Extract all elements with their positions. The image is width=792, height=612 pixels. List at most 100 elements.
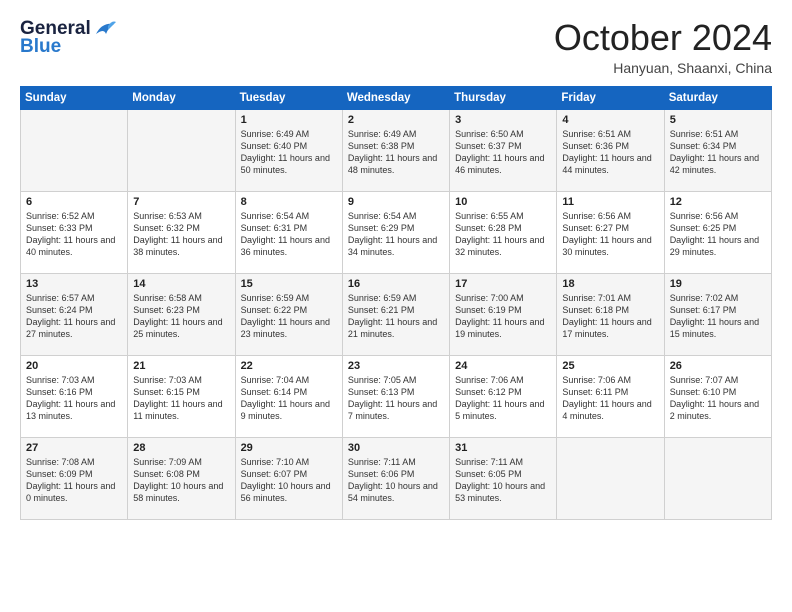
cell-content: Sunrise: 6:50 AMSunset: 6:37 PMDaylight:… — [455, 128, 551, 177]
calendar-cell: 11 Sunrise: 6:56 AMSunset: 6:27 PMDayligh… — [557, 191, 664, 273]
calendar-cell: 7 Sunrise: 6:53 AMSunset: 6:32 PMDaylight… — [128, 191, 235, 273]
calendar-cell: 5 Sunrise: 6:51 AMSunset: 6:34 PMDaylight… — [664, 109, 771, 191]
day-number: 16 — [348, 278, 444, 290]
logo-blue: Blue — [20, 36, 61, 58]
calendar-cell: 29 Sunrise: 7:10 AMSunset: 6:07 PMDayligh… — [235, 437, 342, 519]
calendar-cell: 15 Sunrise: 6:59 AMSunset: 6:22 PMDayligh… — [235, 273, 342, 355]
day-number: 2 — [348, 114, 444, 126]
cell-content: Sunrise: 7:06 AMSunset: 6:11 PMDaylight:… — [562, 374, 658, 423]
calendar-table: SundayMondayTuesdayWednesdayThursdayFrid… — [20, 86, 772, 520]
page: General Blue October 2024 Hanyuan, Shaan… — [0, 0, 792, 612]
calendar-cell: 19 Sunrise: 7:02 AMSunset: 6:17 PMDayligh… — [664, 273, 771, 355]
day-number: 23 — [348, 360, 444, 372]
calendar-cell: 28Sunrise: 7:09 AMSunset: 6:08 PMDayligh… — [128, 437, 235, 519]
cell-content: Sunrise: 6:52 AMSunset: 6:33 PMDaylight:… — [26, 210, 122, 259]
day-number: 15 — [241, 278, 337, 290]
day-number: 18 — [562, 278, 658, 290]
day-number: 4 — [562, 114, 658, 126]
calendar-cell: 26Sunrise: 7:07 AMSunset: 6:10 PMDayligh… — [664, 355, 771, 437]
calendar-cell: 24 Sunrise: 7:06 AMSunset: 6:12 PMDayligh… — [450, 355, 557, 437]
day-number: 21 — [133, 360, 229, 372]
cell-content: Sunrise: 6:51 AMSunset: 6:36 PMDaylight:… — [562, 128, 658, 177]
cell-content: Sunrise: 7:02 AMSunset: 6:17 PMDaylight:… — [670, 292, 766, 341]
calendar-cell — [128, 109, 235, 191]
day-number: 7 — [133, 196, 229, 208]
day-number: 31 — [455, 442, 551, 454]
day-number: 6 — [26, 196, 122, 208]
cell-content: Sunrise: 7:11 AMSunset: 6:05 PMDaylight:… — [455, 456, 551, 505]
cell-content: Sunrise: 6:59 AMSunset: 6:22 PMDaylight:… — [241, 292, 337, 341]
month-title: October 2024 — [554, 18, 772, 58]
cell-content: Sunrise: 6:51 AMSunset: 6:34 PMDaylight:… — [670, 128, 766, 177]
weekday-header-row: SundayMondayTuesdayWednesdayThursdayFrid… — [21, 86, 772, 109]
day-number: 11 — [562, 196, 658, 208]
logo-bird-icon — [94, 20, 116, 38]
cell-content: Sunrise: 6:56 AMSunset: 6:25 PMDaylight:… — [670, 210, 766, 259]
weekday-header-thursday: Thursday — [450, 86, 557, 109]
day-number: 27 — [26, 442, 122, 454]
day-number: 5 — [670, 114, 766, 126]
day-number: 1 — [241, 114, 337, 126]
day-number: 9 — [348, 196, 444, 208]
location: Hanyuan, Shaanxi, China — [554, 60, 772, 76]
calendar-cell: 16 Sunrise: 6:59 AMSunset: 6:21 PMDayligh… — [342, 273, 449, 355]
cell-content: Sunrise: 6:54 AMSunset: 6:31 PMDaylight:… — [241, 210, 337, 259]
weekday-header-saturday: Saturday — [664, 86, 771, 109]
cell-content: Sunrise: 7:11 AMSunset: 6:06 PMDaylight:… — [348, 456, 444, 505]
day-number: 22 — [241, 360, 337, 372]
calendar-cell: 25 Sunrise: 7:06 AMSunset: 6:11 PMDayligh… — [557, 355, 664, 437]
calendar-cell: 27 Sunrise: 7:08 AMSunset: 6:09 PMDayligh… — [21, 437, 128, 519]
weekday-header-monday: Monday — [128, 86, 235, 109]
week-row-4: 20Sunrise: 7:03 AMSunset: 6:16 PMDayligh… — [21, 355, 772, 437]
calendar-cell — [664, 437, 771, 519]
calendar-cell: 30 Sunrise: 7:11 AMSunset: 6:06 PMDayligh… — [342, 437, 449, 519]
weekday-header-wednesday: Wednesday — [342, 86, 449, 109]
calendar-cell: 1 Sunrise: 6:49 AMSunset: 6:40 PMDaylight… — [235, 109, 342, 191]
header: General Blue October 2024 Hanyuan, Shaan… — [20, 18, 772, 76]
calendar-cell: 21Sunrise: 7:03 AMSunset: 6:15 PMDayligh… — [128, 355, 235, 437]
day-number: 25 — [562, 360, 658, 372]
cell-content: Sunrise: 6:53 AMSunset: 6:32 PMDaylight:… — [133, 210, 229, 259]
cell-content: Sunrise: 6:59 AMSunset: 6:21 PMDaylight:… — [348, 292, 444, 341]
day-number: 12 — [670, 196, 766, 208]
calendar-cell: 8 Sunrise: 6:54 AMSunset: 6:31 PMDaylight… — [235, 191, 342, 273]
calendar-cell: 31 Sunrise: 7:11 AMSunset: 6:05 PMDayligh… — [450, 437, 557, 519]
cell-content: Sunrise: 6:58 AMSunset: 6:23 PMDaylight:… — [133, 292, 229, 341]
day-number: 26 — [670, 360, 766, 372]
calendar-cell: 9Sunrise: 6:54 AMSunset: 6:29 PMDaylight… — [342, 191, 449, 273]
day-number: 24 — [455, 360, 551, 372]
cell-content: Sunrise: 7:01 AMSunset: 6:18 PMDaylight:… — [562, 292, 658, 341]
weekday-header-friday: Friday — [557, 86, 664, 109]
cell-content: Sunrise: 6:49 AMSunset: 6:40 PMDaylight:… — [241, 128, 337, 177]
cell-content: Sunrise: 7:06 AMSunset: 6:12 PMDaylight:… — [455, 374, 551, 423]
day-number: 19 — [670, 278, 766, 290]
day-number: 29 — [241, 442, 337, 454]
day-number: 13 — [26, 278, 122, 290]
calendar-cell: 20Sunrise: 7:03 AMSunset: 6:16 PMDayligh… — [21, 355, 128, 437]
calendar-cell: 3Sunrise: 6:50 AMSunset: 6:37 PMDaylight… — [450, 109, 557, 191]
cell-content: Sunrise: 7:09 AMSunset: 6:08 PMDaylight:… — [133, 456, 229, 505]
calendar-cell: 18 Sunrise: 7:01 AMSunset: 6:18 PMDayligh… — [557, 273, 664, 355]
day-number: 30 — [348, 442, 444, 454]
calendar-cell: 6 Sunrise: 6:52 AMSunset: 6:33 PMDaylight… — [21, 191, 128, 273]
cell-content: Sunrise: 6:57 AMSunset: 6:24 PMDaylight:… — [26, 292, 122, 341]
day-number: 17 — [455, 278, 551, 290]
day-number: 8 — [241, 196, 337, 208]
calendar-cell: 2 Sunrise: 6:49 AMSunset: 6:38 PMDaylight… — [342, 109, 449, 191]
week-row-5: 27 Sunrise: 7:08 AMSunset: 6:09 PMDayligh… — [21, 437, 772, 519]
cell-content: Sunrise: 6:56 AMSunset: 6:27 PMDaylight:… — [562, 210, 658, 259]
week-row-2: 6 Sunrise: 6:52 AMSunset: 6:33 PMDaylight… — [21, 191, 772, 273]
cell-content: Sunrise: 7:10 AMSunset: 6:07 PMDaylight:… — [241, 456, 337, 505]
calendar-cell — [557, 437, 664, 519]
calendar-cell: 17 Sunrise: 7:00 AMSunset: 6:19 PMDayligh… — [450, 273, 557, 355]
calendar-cell: 10Sunrise: 6:55 AMSunset: 6:28 PMDayligh… — [450, 191, 557, 273]
month-title-area: October 2024 Hanyuan, Shaanxi, China — [554, 18, 772, 76]
calendar-cell: 13 Sunrise: 6:57 AMSunset: 6:24 PMDayligh… — [21, 273, 128, 355]
cell-content: Sunrise: 7:00 AMSunset: 6:19 PMDaylight:… — [455, 292, 551, 341]
day-number: 14 — [133, 278, 229, 290]
day-number: 10 — [455, 196, 551, 208]
cell-content: Sunrise: 7:08 AMSunset: 6:09 PMDaylight:… — [26, 456, 122, 505]
cell-content: Sunrise: 7:03 AMSunset: 6:16 PMDaylight:… — [26, 374, 122, 423]
logo: General Blue — [20, 18, 116, 58]
cell-content: Sunrise: 6:49 AMSunset: 6:38 PMDaylight:… — [348, 128, 444, 177]
